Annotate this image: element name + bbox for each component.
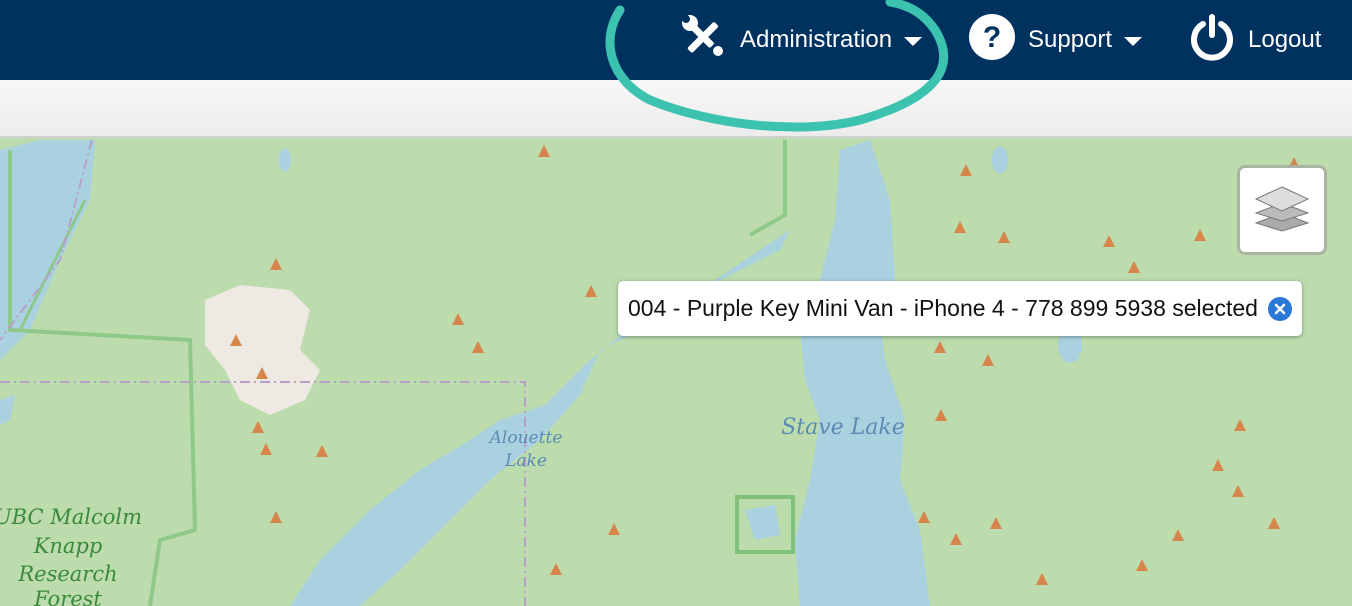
layers-icon — [1254, 183, 1310, 238]
close-icon[interactable] — [1267, 296, 1292, 321]
logout-button[interactable]: Logout — [1188, 0, 1321, 80]
question-circle-icon: ? — [968, 13, 1016, 68]
alouette-lake-label-line1: Alouette — [488, 428, 563, 448]
map-tiles: Stave Lake Alouette Lake UBC Malcolm Kna… — [0, 138, 1352, 606]
toolbar-strip — [0, 80, 1352, 138]
top-navigation-bar: Administration ? Support Logout — [0, 0, 1352, 80]
alouette-lake-label-line2: Lake — [504, 451, 547, 471]
forest-label-line1: UBC Malcolm — [0, 505, 142, 529]
power-icon — [1188, 13, 1236, 68]
chevron-down-icon — [904, 36, 923, 46]
stave-lake-label: Stave Lake — [781, 415, 905, 440]
svg-text:?: ? — [983, 21, 1001, 54]
chevron-down-icon — [1124, 36, 1143, 46]
selected-vehicle-tooltip: 004 - Purple Key Mini Van - iPhone 4 - 7… — [618, 281, 1302, 336]
forest-label-line2: Knapp — [33, 534, 103, 558]
administration-label: Administration — [740, 26, 893, 53]
wrench-screwdriver-icon — [680, 13, 728, 68]
forest-label-line3: Research — [17, 562, 117, 586]
support-label: Support — [1028, 26, 1113, 53]
support-menu[interactable]: ? Support — [968, 0, 1143, 80]
forest-label-line4: Forest — [33, 587, 102, 606]
logout-label: Logout — [1248, 26, 1322, 53]
administration-menu[interactable]: Administration — [680, 0, 923, 80]
layers-control-button[interactable] — [1237, 165, 1327, 255]
map-view[interactable]: Stave Lake Alouette Lake UBC Malcolm Kna… — [0, 138, 1352, 606]
selected-vehicle-text: 004 - Purple Key Mini Van - iPhone 4 - 7… — [628, 295, 1258, 321]
